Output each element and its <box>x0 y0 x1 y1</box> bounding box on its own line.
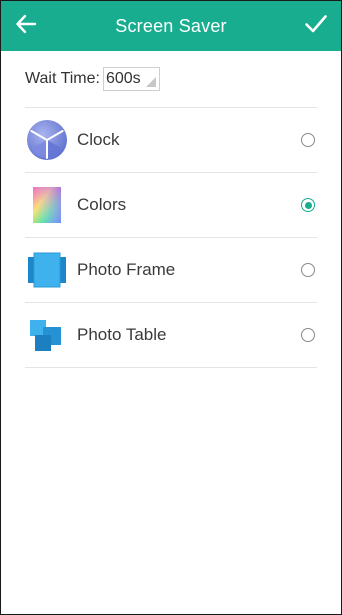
screen-saver-screen: Screen Saver Wait Time: 600s Clock Color… <box>0 0 342 615</box>
wait-time-row: Wait Time: 600s <box>25 51 317 108</box>
option-photo-table[interactable]: Photo Table <box>25 303 317 368</box>
option-label: Clock <box>77 130 120 149</box>
dropdown-corner-icon <box>145 77 156 87</box>
colors-icon <box>25 182 71 228</box>
option-colors[interactable]: Colors <box>25 173 317 238</box>
clock-icon <box>25 117 71 163</box>
option-label: Colors <box>77 195 127 214</box>
radio-selected[interactable] <box>301 198 315 212</box>
page-title: Screen Saver <box>115 15 227 36</box>
option-label: Photo Frame <box>77 260 176 279</box>
option-photo-frame[interactable]: Photo Frame <box>25 238 317 303</box>
photo-table-icon <box>25 312 71 358</box>
back-button[interactable] <box>9 9 43 43</box>
title-bar: Screen Saver <box>1 1 341 51</box>
radio-unselected[interactable] <box>301 133 315 147</box>
confirm-button[interactable] <box>299 9 333 43</box>
check-icon <box>304 13 328 40</box>
wait-time-label: Wait Time: <box>25 70 100 87</box>
wait-time-value: 600s <box>105 70 141 87</box>
radio-unselected[interactable] <box>301 328 315 342</box>
photo-frame-icon <box>25 247 71 293</box>
radio-unselected[interactable] <box>301 263 315 277</box>
arrow-left-icon <box>15 13 37 40</box>
option-clock[interactable]: Clock <box>25 108 317 173</box>
wait-time-select[interactable]: 600s <box>102 67 160 91</box>
option-label: Photo Table <box>77 325 167 344</box>
